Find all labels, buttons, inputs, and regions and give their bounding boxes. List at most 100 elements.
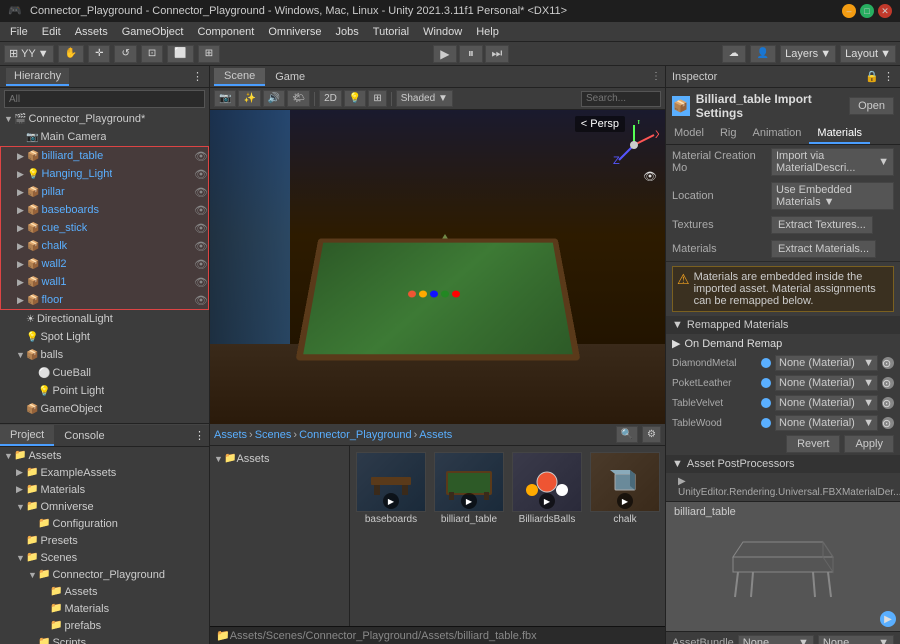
- tab-project[interactable]: Project: [0, 425, 54, 446]
- scene-audio-btn[interactable]: 🔊: [263, 90, 285, 107]
- asset-search-btn[interactable]: 🔍: [616, 426, 638, 443]
- table-wood-circle[interactable]: ⊙: [882, 417, 894, 429]
- scale-tool[interactable]: ⊡: [141, 45, 163, 63]
- poket-leather-dropdown[interactable]: None (Material) ▼: [775, 375, 878, 391]
- layers-dropdown[interactable]: Layers ▼: [780, 45, 836, 63]
- scene-lighting-btn[interactable]: 💡: [344, 90, 366, 107]
- on-demand-remap-header[interactable]: ▶ On Demand Remap: [666, 334, 900, 353]
- table-velvet-circle[interactable]: ⊙: [882, 397, 894, 409]
- hierarchy-item-point-light[interactable]: 💡 Point Light: [0, 382, 209, 400]
- hierarchy-item-spot-light[interactable]: 💡 Spot Light: [0, 328, 209, 346]
- hierarchy-item-main-camera[interactable]: 📷 Main Camera: [0, 128, 209, 146]
- pt-item-assets-nested[interactable]: 📁 Assets: [0, 583, 209, 600]
- hierarchy-menu-btn[interactable]: ⋮: [192, 70, 203, 83]
- pt-item-scripts[interactable]: 📁 Scripts: [0, 634, 209, 644]
- rect-tool[interactable]: ⬜: [167, 45, 193, 63]
- asset-item-chalk[interactable]: ▶ chalk: [588, 450, 662, 622]
- mat-creation-dropdown[interactable]: Import via MaterialDescri... ▼: [771, 148, 894, 176]
- extract-materials-btn[interactable]: Extract Materials...: [771, 240, 876, 258]
- hierarchy-tab[interactable]: Hierarchy: [6, 68, 69, 86]
- scene-shaded-btn[interactable]: Shaded ▼: [396, 90, 453, 107]
- asset-filter-btn[interactable]: ⚙: [642, 426, 661, 443]
- pt-item-connector-playground[interactable]: ▼ 📁 Connector_Playground: [0, 566, 209, 583]
- menu-assets[interactable]: Assets: [69, 24, 114, 40]
- insp-tab-animation[interactable]: Animation: [744, 124, 809, 144]
- hierarchy-item-pillar[interactable]: ▶ 📦 pillar 👁: [1, 183, 208, 201]
- asset-bundle-dropdown[interactable]: None ▼: [738, 635, 814, 644]
- hierarchy-search[interactable]: [4, 90, 205, 108]
- hierarchy-item-balls[interactable]: ▼ 📦 balls: [0, 346, 209, 364]
- minimize-button[interactable]: –: [842, 4, 856, 18]
- pt-item-prefabs[interactable]: 📁 prefabs: [0, 617, 209, 634]
- hierarchy-item-hanging-light[interactable]: ▶ 💡 Hanging_Light 👁: [1, 165, 208, 183]
- menu-jobs[interactable]: Jobs: [330, 24, 365, 40]
- table-wood-dropdown[interactable]: None (Material) ▼: [775, 415, 878, 431]
- pt-item-materials[interactable]: ▶ 📁 Materials: [0, 481, 209, 498]
- location-dropdown[interactable]: Use Embedded Materials ▼: [771, 182, 894, 210]
- breadcrumb-assets[interactable]: Assets: [214, 429, 247, 441]
- project-panel-menu[interactable]: ⋮: [190, 429, 209, 442]
- menu-file[interactable]: File: [4, 24, 34, 40]
- asset-item-billiards-balls[interactable]: ▶ BilliardsBalls: [510, 450, 584, 622]
- tab-console[interactable]: Console: [54, 425, 114, 446]
- hierarchy-item-gameobject[interactable]: 📦 GameObject: [0, 400, 209, 418]
- hierarchy-item-wall2[interactable]: ▶ 📦 wall2 👁: [1, 255, 208, 273]
- insp-tab-rig[interactable]: Rig: [712, 124, 745, 144]
- menu-omniverse[interactable]: Omniverse: [262, 24, 327, 40]
- asset-play-baseboards[interactable]: ▶: [383, 493, 399, 509]
- close-button[interactable]: ✕: [878, 4, 892, 18]
- breadcrumb-scenes[interactable]: Scenes: [255, 429, 292, 441]
- visibility-icon[interactable]: 👁: [643, 170, 657, 183]
- move-tool[interactable]: ✛: [88, 45, 110, 63]
- asset-play-balls[interactable]: ▶: [539, 493, 555, 509]
- pt-item-presets[interactable]: 📁 Presets: [0, 532, 209, 549]
- account-button[interactable]: 👤: [750, 45, 776, 63]
- remapped-materials-header[interactable]: ▼ Remapped Materials: [666, 316, 900, 334]
- tab-game[interactable]: Game: [265, 69, 315, 85]
- diamond-metal-dropdown[interactable]: None (Material) ▼: [775, 355, 878, 371]
- asset-item-baseboards[interactable]: ▶ baseboards: [354, 450, 428, 622]
- menu-gameobject[interactable]: GameObject: [116, 24, 190, 40]
- hierarchy-item-cueball[interactable]: ⚪ CueBall: [0, 364, 209, 382]
- post-processor-item[interactable]: ▶ UnityEditor.Rendering.Universal.FBXMat…: [666, 473, 900, 501]
- hierarchy-item-billiard-table[interactable]: ▶ 📦 billiard_table 👁: [1, 147, 208, 165]
- table-velvet-dropdown[interactable]: None (Material) ▼: [775, 395, 878, 411]
- menu-help[interactable]: Help: [470, 24, 505, 40]
- apply-button[interactable]: Apply: [844, 435, 894, 453]
- hierarchy-item-wall1[interactable]: ▶ 📦 wall1 👁: [1, 273, 208, 291]
- scene-fx-btn[interactable]: ✨: [238, 90, 260, 107]
- menu-component[interactable]: Component: [191, 24, 260, 40]
- diamond-metal-circle[interactable]: ⊙: [882, 357, 894, 369]
- open-button[interactable]: Open: [849, 97, 894, 115]
- asset-item-billiard-table[interactable]: ▶ billiard_table: [432, 450, 506, 622]
- maximize-button[interactable]: □: [860, 4, 874, 18]
- insp-tab-model[interactable]: Model: [666, 124, 712, 144]
- scene-grid-btn[interactable]: ⊞: [368, 90, 386, 107]
- menu-edit[interactable]: Edit: [36, 24, 67, 40]
- hierarchy-item-floor[interactable]: ▶ 📦 floor 👁: [1, 291, 208, 309]
- scene-gizmos-btn[interactable]: 📷: [214, 90, 236, 107]
- hand-tool[interactable]: ✋: [58, 45, 84, 63]
- rotate-tool[interactable]: ↺: [114, 45, 136, 63]
- post-processors-header[interactable]: ▼ Asset PostProcessors: [666, 455, 900, 473]
- hierarchy-item-directional-light[interactable]: ☀ DirectionalLight: [0, 310, 209, 328]
- play-button[interactable]: ▶: [433, 45, 457, 63]
- pause-button[interactable]: ⏸: [459, 45, 483, 63]
- menu-window[interactable]: Window: [417, 24, 468, 40]
- insp-tab-materials[interactable]: Materials: [809, 124, 870, 144]
- hierarchy-item-cue-stick[interactable]: ▶ 📦 cue_stick 👁: [1, 219, 208, 237]
- menu-tutorial[interactable]: Tutorial: [367, 24, 415, 40]
- yy-dropdown[interactable]: ⊞ YY ▼: [4, 45, 54, 63]
- scene-skybox-btn[interactable]: 🌤: [287, 90, 310, 107]
- pt-item-scenes[interactable]: ▼ 📁 Scenes: [0, 549, 209, 566]
- breadcrumb-assets-nested[interactable]: Assets: [419, 429, 452, 441]
- transform-tool[interactable]: ⊞: [198, 45, 220, 63]
- scene-2d-btn[interactable]: 2D: [319, 90, 342, 107]
- pt-item-omniverse[interactable]: ▼ 📁 Omniverse: [0, 498, 209, 515]
- preview-expand-btn[interactable]: ▶: [880, 611, 896, 627]
- breadcrumb-connector[interactable]: Connector_Playground: [299, 429, 412, 441]
- cloud-button[interactable]: ☁: [722, 45, 746, 63]
- poket-leather-circle[interactable]: ⊙: [882, 377, 894, 389]
- asset-play-chalk[interactable]: ▶: [617, 493, 633, 509]
- pt-item-assets[interactable]: ▼ 📁 Assets: [0, 447, 209, 464]
